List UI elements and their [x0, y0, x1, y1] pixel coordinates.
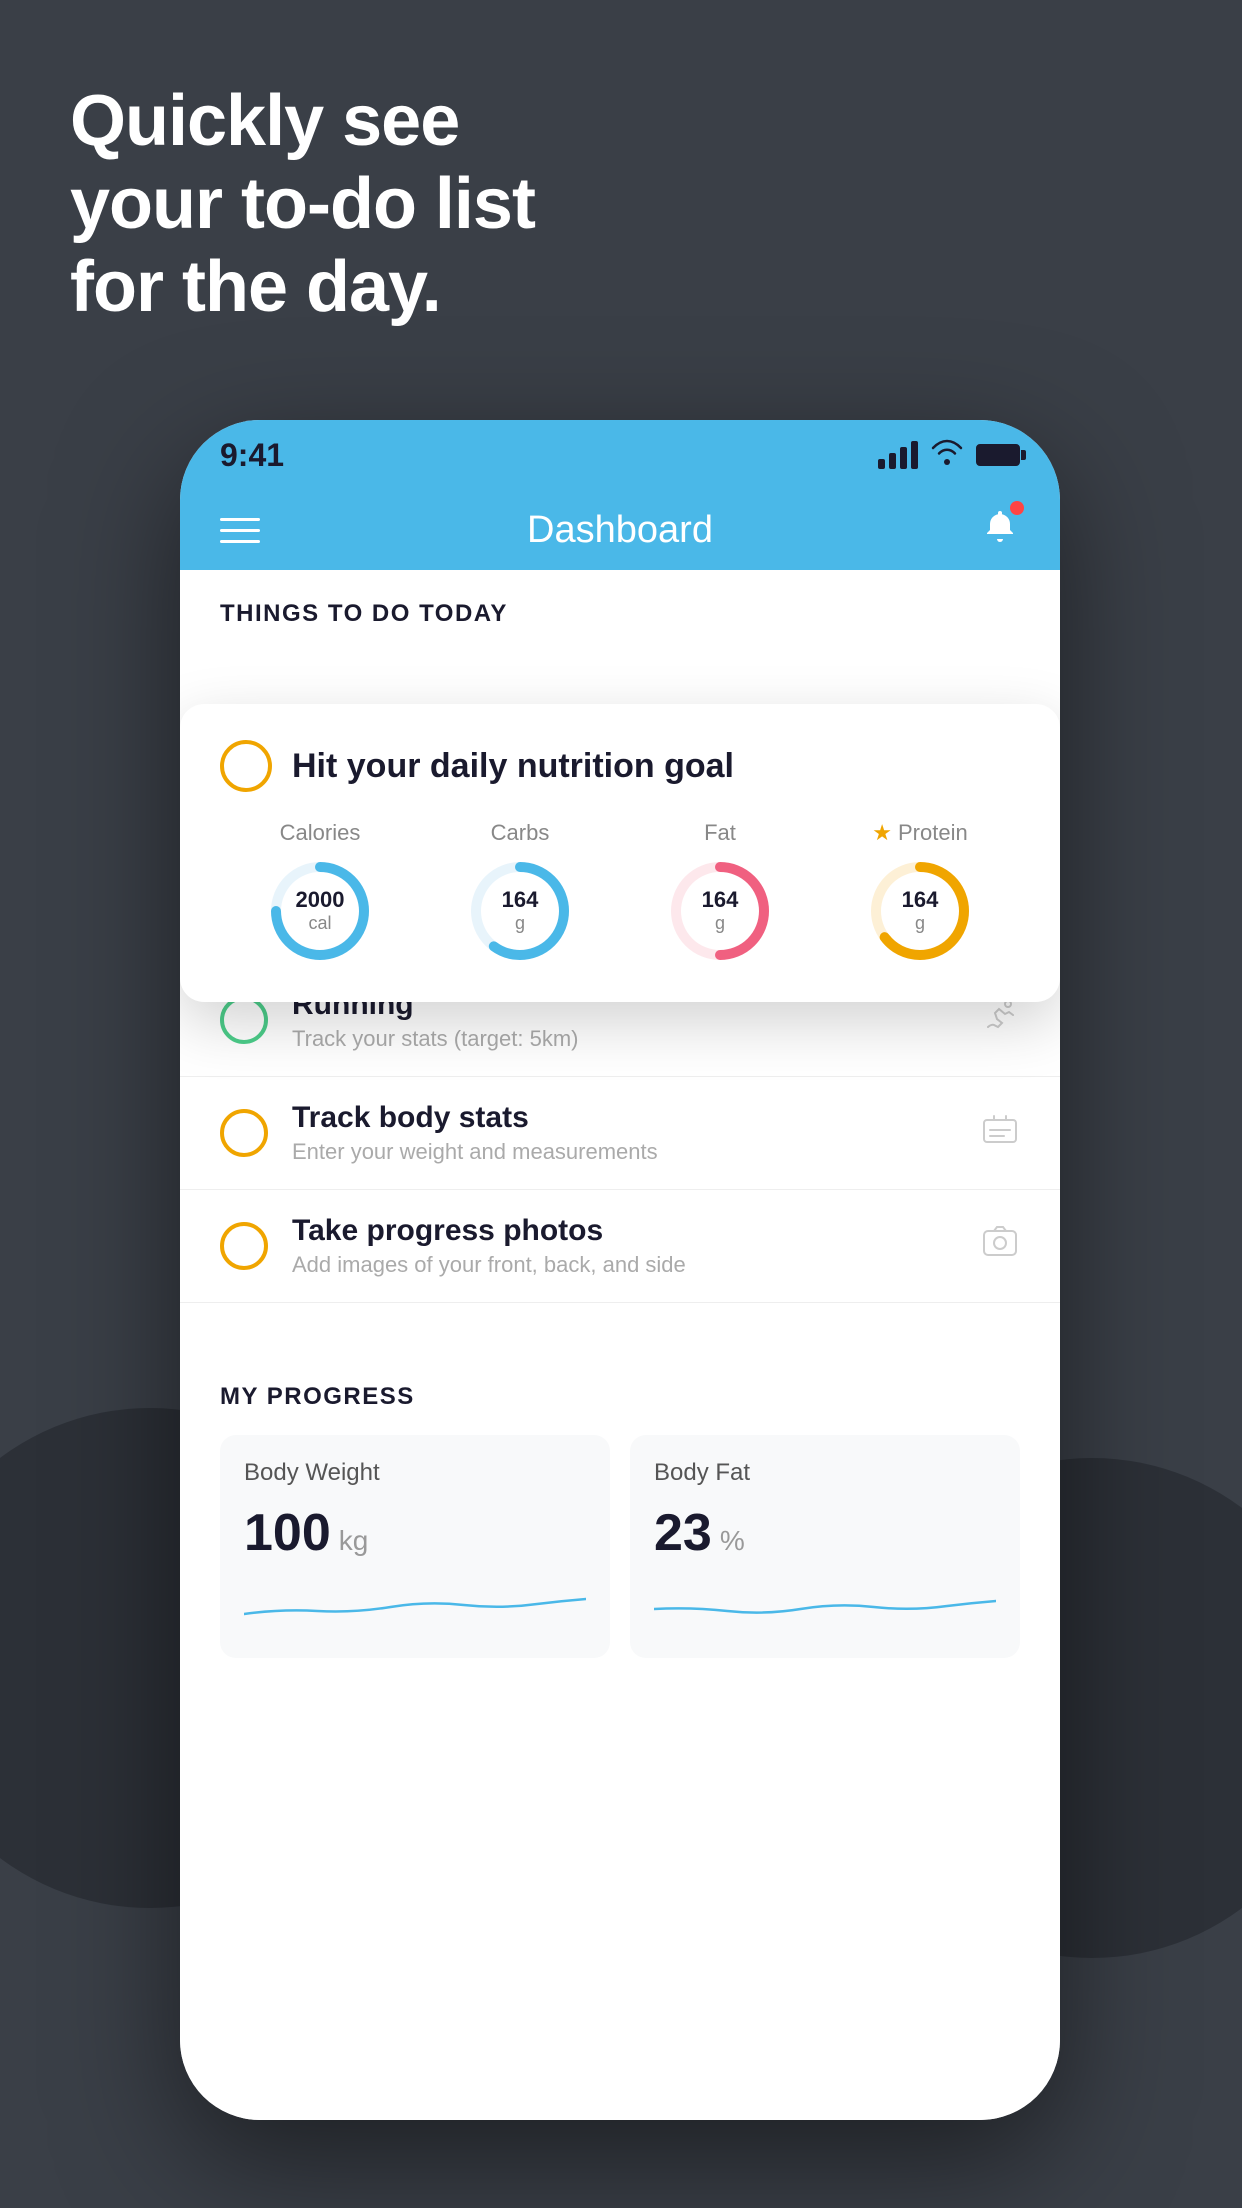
carbs-donut: 164 g — [465, 856, 575, 966]
body-stats-icon — [980, 1112, 1020, 1155]
body-fat-card[interactable]: Body Fat 23 % — [630, 1435, 1020, 1658]
card-header: Hit your daily nutrition goal — [220, 740, 1020, 792]
running-subtitle: Track your stats (target: 5km) — [292, 1026, 956, 1052]
todo-list: Running Track your stats (target: 5km) T… — [180, 964, 1060, 1303]
wifi-icon — [930, 439, 964, 472]
body-weight-value: 100 kg — [244, 1503, 586, 1563]
card-title: Hit your daily nutrition goal — [292, 747, 734, 786]
signal-icon — [878, 441, 918, 469]
body-stats-text: Track body stats Enter your weight and m… — [292, 1101, 956, 1165]
photos-icon — [980, 1225, 1020, 1268]
nutrition-calories: Calories 2000 cal — [265, 820, 375, 966]
body-fat-chart — [654, 1579, 996, 1629]
nutrition-carbs: Carbs 164 g — [465, 820, 575, 966]
body-weight-title: Body Weight — [244, 1459, 586, 1487]
status-bar: 9:41 — [180, 420, 1060, 490]
status-icons — [878, 439, 1020, 472]
protein-label: ★ Protein — [872, 820, 967, 846]
running-checkbox[interactable] — [220, 996, 268, 1044]
nutrition-fat: Fat 164 g — [665, 820, 775, 966]
body-weight-card[interactable]: Body Weight 100 kg — [220, 1435, 610, 1658]
star-icon: ★ — [872, 820, 892, 846]
nutrition-protein: ★ Protein 164 g — [865, 820, 975, 966]
fat-label: Fat — [704, 820, 736, 846]
calories-label: Calories — [280, 820, 361, 846]
body-weight-chart — [244, 1579, 586, 1629]
bell-button[interactable] — [980, 505, 1020, 555]
protein-donut: 164 g — [865, 856, 975, 966]
hamburger-button[interactable] — [220, 518, 260, 543]
nav-title: Dashboard — [527, 509, 713, 552]
progress-section: MY PROGRESS Body Weight 100 kg Body Fat — [180, 1343, 1060, 1688]
hamburger-line — [220, 518, 260, 521]
nutrition-card: Hit your daily nutrition goal Calories — [180, 704, 1060, 1002]
nav-bar: Dashboard — [180, 490, 1060, 570]
body-weight-unit: kg — [339, 1525, 369, 1557]
battery-icon — [976, 444, 1020, 466]
body-stats-title: Track body stats — [292, 1101, 956, 1135]
phone-content: THINGS TO DO TODAY Hit your daily nutrit… — [180, 570, 1060, 2120]
photos-checkbox[interactable] — [220, 1222, 268, 1270]
nutrition-row: Calories 2000 cal — [220, 820, 1020, 966]
running-icon — [980, 999, 1020, 1042]
body-weight-number: 100 — [244, 1503, 331, 1563]
body-stats-subtitle: Enter your weight and measurements — [292, 1139, 956, 1165]
fat-donut: 164 g — [665, 856, 775, 966]
things-header: THINGS TO DO TODAY — [180, 570, 1060, 644]
body-fat-number: 23 — [654, 1503, 712, 1563]
todo-body-stats[interactable]: Track body stats Enter your weight and m… — [180, 1077, 1060, 1190]
hamburger-line — [220, 529, 260, 532]
hero-line2: your to-do list — [70, 163, 535, 246]
photos-text: Take progress photos Add images of your … — [292, 1214, 956, 1278]
body-stats-checkbox[interactable] — [220, 1109, 268, 1157]
notification-dot — [1010, 501, 1024, 515]
body-fat-title: Body Fat — [654, 1459, 996, 1487]
phone-frame: 9:41 Dashboard — [180, 420, 1060, 2120]
carbs-label: Carbs — [491, 820, 550, 846]
calories-donut: 2000 cal — [265, 856, 375, 966]
hamburger-line — [220, 540, 260, 543]
todo-checkbox[interactable] — [220, 740, 272, 792]
photos-title: Take progress photos — [292, 1214, 956, 1248]
hero-line3: for the day. — [70, 246, 535, 329]
progress-header: MY PROGRESS — [220, 1383, 1020, 1411]
todo-progress-photos[interactable]: Take progress photos Add images of your … — [180, 1190, 1060, 1303]
photos-subtitle: Add images of your front, back, and side — [292, 1252, 956, 1278]
progress-cards: Body Weight 100 kg Body Fat 23 % — [220, 1435, 1020, 1658]
status-time: 9:41 — [220, 437, 284, 474]
body-fat-value: 23 % — [654, 1503, 996, 1563]
hero-text: Quickly see your to-do list for the day. — [70, 80, 535, 328]
body-fat-unit: % — [720, 1525, 745, 1557]
hero-line1: Quickly see — [70, 80, 535, 163]
